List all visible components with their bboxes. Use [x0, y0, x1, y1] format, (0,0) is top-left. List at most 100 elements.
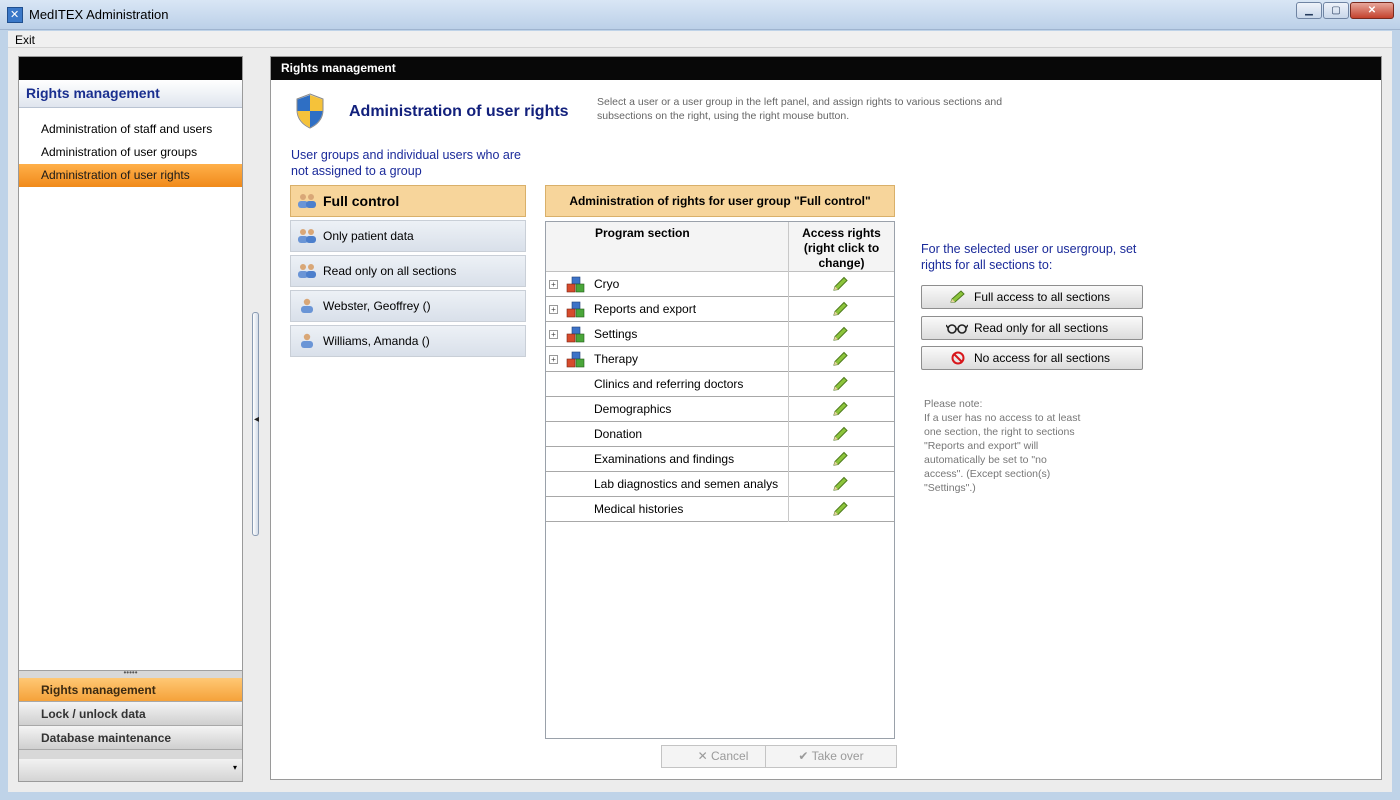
title-bar: MedITEX Administration ▁ ▢ ✕	[0, 0, 1400, 30]
splitter-grip[interactable]: •••••	[19, 669, 242, 678]
table-row[interactable]: Examinations and findings	[546, 447, 894, 472]
expand-icon[interactable]: +	[549, 355, 558, 364]
pencil-icon[interactable]	[832, 351, 848, 367]
pencil-icon[interactable]	[832, 501, 848, 517]
cubes-icon	[566, 351, 585, 368]
nav-section-lock-unlock[interactable]: Lock / unlock data	[19, 702, 242, 726]
cell-divider	[788, 322, 789, 347]
menu-exit[interactable]: Exit	[15, 33, 35, 47]
glasses-icon	[946, 324, 968, 334]
nav-top-strip	[19, 57, 242, 80]
cell-divider	[788, 422, 789, 447]
left-navigation: Rights management Administration of staf…	[18, 56, 243, 782]
groups-caption: User groups and individual users who are…	[291, 148, 521, 178]
nav-item-user-rights[interactable]: Administration of user rights	[19, 164, 242, 187]
nav-item-list: Administration of staff and users Admini…	[19, 108, 242, 187]
program-section-label: Reports and export	[594, 302, 697, 316]
cubes-icon	[566, 301, 585, 318]
pencil-icon[interactable]	[832, 401, 848, 417]
user-icon	[301, 298, 313, 313]
nav-header: Rights management	[19, 80, 242, 108]
group-item-read-only[interactable]: Read only on all sections	[290, 255, 526, 287]
checkmark-icon: ✔	[798, 749, 809, 763]
table-row[interactable]: + Therapy	[546, 347, 894, 372]
read-only-button[interactable]: Read only for all sections	[921, 316, 1143, 340]
pencil-icon[interactable]	[832, 276, 848, 292]
expand-icon[interactable]: +	[549, 280, 558, 289]
shield-icon	[296, 93, 324, 129]
cubes-icon	[566, 326, 585, 343]
program-section-label: Cryo	[594, 277, 620, 291]
collapse-arrow-icon[interactable]: ◂	[254, 414, 259, 425]
rights-header: Administration of rights for user group …	[545, 185, 895, 217]
main-panel-header: Rights management	[271, 57, 1381, 80]
user-label: Webster, Geoffrey ()	[323, 299, 431, 313]
main-panel: Rights management Administration of user…	[270, 56, 1382, 780]
pencil-icon[interactable]	[832, 376, 848, 392]
program-section-label: Settings	[594, 327, 638, 341]
nav-section-database-maintenance[interactable]: Database maintenance	[19, 726, 242, 750]
pencil-icon[interactable]	[832, 426, 848, 442]
chevron-down-icon[interactable]: ▾	[233, 763, 237, 772]
program-section-label: Medical histories	[594, 502, 684, 516]
group-item-full-control[interactable]: Full control	[290, 185, 526, 217]
user-item-williams[interactable]: Williams, Amanda ()	[290, 325, 526, 357]
pencil-icon[interactable]	[832, 301, 848, 317]
please-note-text: Please note: If a user has no access to …	[924, 398, 1081, 494]
no-entry-icon	[951, 351, 965, 365]
group-item-only-patient-data[interactable]: Only patient data	[290, 220, 526, 252]
group-label: Full control	[323, 193, 400, 209]
set-all-caption: For the selected user or usergroup, set …	[921, 242, 1137, 272]
table-row[interactable]: Lab diagnostics and semen analys	[546, 472, 894, 497]
read-only-label: Read only for all sections	[974, 321, 1109, 335]
user-icon	[301, 333, 313, 348]
pencil-icon	[950, 290, 965, 303]
table-row[interactable]: Demographics	[546, 397, 894, 422]
window-title: MedITEX Administration	[29, 7, 169, 22]
user-label: Williams, Amanda ()	[323, 334, 430, 348]
column-header-section[interactable]: Program section	[595, 226, 690, 240]
expand-icon[interactable]: +	[549, 330, 558, 339]
full-access-label: Full access to all sections	[974, 290, 1111, 304]
cell-divider	[788, 347, 789, 372]
pencil-icon[interactable]	[832, 476, 848, 492]
window-controls: ▁ ▢ ✕	[1296, 2, 1394, 19]
program-section-label: Demographics	[594, 402, 672, 416]
table-row[interactable]: + Settings	[546, 322, 894, 347]
nav-section-rights-management[interactable]: Rights management	[19, 678, 242, 702]
page-title: Administration of user rights	[349, 103, 569, 120]
nav-bottom-panel: ••••• Rights management Lock / unlock da…	[19, 669, 242, 781]
no-access-label: No access for all sections	[974, 351, 1111, 365]
nav-overflow-bar[interactable]: ▾	[19, 759, 242, 781]
table-row[interactable]: Medical histories	[546, 497, 894, 522]
table-row[interactable]: + Cryo	[546, 272, 894, 297]
user-group-icon	[298, 194, 316, 208]
close-button[interactable]: ✕	[1350, 2, 1394, 19]
no-access-button[interactable]: No access for all sections	[921, 346, 1143, 370]
app-icon	[7, 7, 23, 23]
nav-item-user-groups[interactable]: Administration of user groups	[19, 141, 242, 164]
pencil-icon[interactable]	[832, 326, 848, 342]
minimize-button[interactable]: ▁	[1296, 2, 1322, 19]
maximize-button[interactable]: ▢	[1323, 2, 1349, 19]
nav-item-staff-users[interactable]: Administration of staff and users	[19, 118, 242, 141]
pencil-icon[interactable]	[832, 451, 848, 467]
table-row[interactable]: Clinics and referring doctors	[546, 372, 894, 397]
table-row[interactable]: Donation	[546, 422, 894, 447]
cell-divider	[788, 447, 789, 472]
cubes-icon	[566, 276, 585, 293]
full-access-button[interactable]: Full access to all sections	[921, 285, 1143, 309]
expand-icon[interactable]: +	[549, 305, 558, 314]
intro-text: Select a user or a user group in the lef…	[597, 96, 1003, 122]
user-item-webster[interactable]: Webster, Geoffrey ()	[290, 290, 526, 322]
cancel-label: Cancel	[711, 749, 749, 763]
column-header-rights[interactable]: Access rights (right click to change)	[789, 226, 894, 271]
take-over-button[interactable]: ✔ Take over	[765, 745, 897, 768]
table-header: Program section Access rights (right cli…	[546, 222, 894, 272]
program-section-label: Clinics and referring doctors	[594, 377, 744, 391]
user-group-icon	[298, 264, 316, 278]
program-section-label: Examinations and findings	[594, 452, 735, 466]
table-row[interactable]: + Reports and export	[546, 297, 894, 322]
cell-divider	[788, 472, 789, 497]
user-group-icon	[298, 229, 316, 243]
